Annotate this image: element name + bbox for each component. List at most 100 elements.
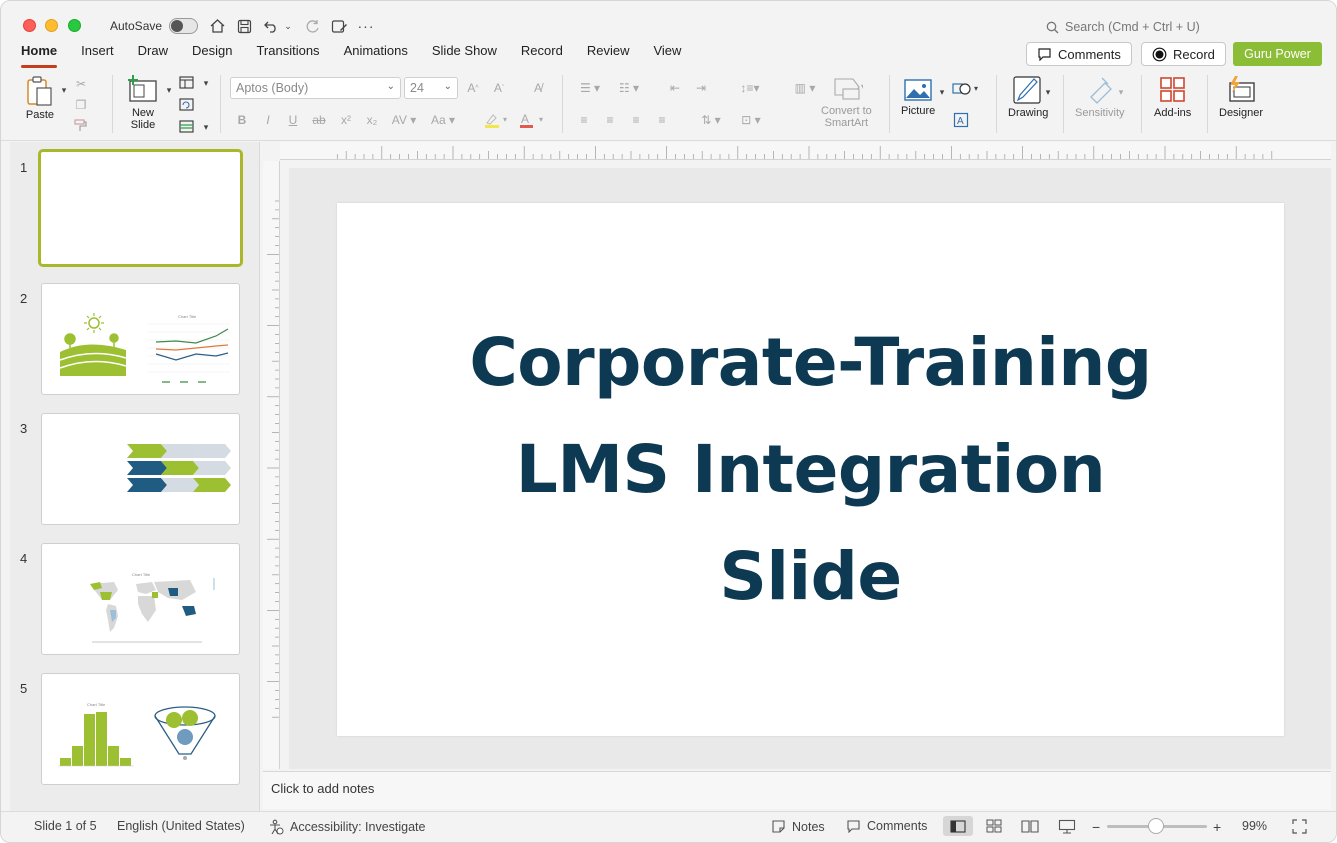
bold-icon[interactable]: B — [233, 111, 251, 129]
tab-design[interactable]: Design — [192, 43, 232, 65]
underline-icon[interactable]: U — [284, 111, 302, 129]
strikethrough-icon[interactable]: ab — [310, 111, 328, 129]
copy-icon[interactable]: ❐ — [72, 96, 90, 114]
tab-view[interactable]: View — [653, 43, 681, 65]
guru-power-button[interactable]: Guru Power — [1233, 42, 1322, 66]
tab-animations[interactable]: Animations — [344, 43, 408, 65]
character-spacing-icon[interactable]: AV ▾ — [389, 111, 419, 129]
customize-toolbar-icon[interactable] — [329, 16, 349, 36]
decrease-indent-icon[interactable]: ⇤ — [666, 79, 684, 97]
normal-view-button[interactable] — [943, 816, 973, 836]
notes-toggle[interactable]: Notes — [771, 819, 825, 834]
record-button[interactable]: Record — [1141, 42, 1226, 66]
add-ins-button[interactable]: Add-ins — [1154, 75, 1191, 119]
text-direction-icon[interactable]: ⇅ ▾ — [695, 111, 727, 129]
slide-thumbnail-3[interactable] — [41, 413, 240, 525]
columns-icon[interactable]: ▥ ▾ — [788, 79, 822, 97]
change-case-icon[interactable]: Aa ▾ — [427, 111, 459, 129]
sensitivity-dropdown-icon[interactable]: ▾ — [1112, 83, 1130, 101]
undo-dropdown-chevron-icon[interactable]: ⌄ — [281, 16, 295, 36]
section-dropdown-icon[interactable]: ▾ — [197, 118, 215, 136]
slide-thumbnail-2[interactable]: Chart Title — [41, 283, 240, 395]
close-window-button[interactable] — [23, 19, 36, 32]
slide-show-button[interactable] — [1058, 819, 1076, 834]
bullets-icon[interactable]: ☰ ▾ — [573, 79, 607, 97]
layout-dropdown-icon[interactable]: ▾ — [197, 74, 215, 92]
reset-slide-icon[interactable] — [177, 95, 195, 113]
accessibility-indicator[interactable]: Accessibility: Investigate — [268, 819, 425, 835]
section-icon[interactable] — [177, 117, 195, 135]
tab-draw[interactable]: Draw — [138, 43, 168, 65]
notes-icon — [772, 820, 785, 833]
slide-thumbnail-4[interactable]: Chart Title — [41, 543, 240, 655]
save-icon[interactable] — [234, 16, 254, 36]
decrease-font-size-icon[interactable]: Aˇ — [490, 79, 508, 97]
layout-icon[interactable] — [177, 73, 195, 91]
farm-landscape-icon — [59, 313, 127, 376]
slide-thumbnail-5[interactable]: Chart Title — [41, 673, 240, 785]
fit-to-window-button[interactable] — [1292, 819, 1307, 834]
font-color-icon[interactable]: A ▾ — [518, 111, 550, 129]
undo-icon[interactable] — [261, 16, 281, 36]
convert-to-smartart-button[interactable]: ▾ Convert toSmartArt — [821, 77, 872, 129]
drawing-dropdown-icon[interactable]: ▾ — [1039, 83, 1057, 101]
tab-record[interactable]: Record — [521, 43, 563, 65]
svg-text:Chart Title: Chart Title — [178, 314, 197, 319]
slide-thumbnails-pane[interactable]: 1 2 Chart Title 3 4 Chart Title 5 Chart … — [10, 142, 260, 811]
current-slide[interactable]: Corporate-Training LMS Integration Slide — [337, 203, 1284, 736]
more-options-icon[interactable]: ··· — [356, 16, 376, 36]
justify-icon[interactable]: ≡ — [653, 111, 671, 129]
paste-label: Paste — [25, 109, 55, 121]
language-indicator[interactable]: English (United States) — [117, 819, 245, 833]
comments-toggle[interactable]: Comments — [846, 819, 927, 833]
slide-sorter-button[interactable] — [986, 819, 1002, 833]
align-center-icon[interactable]: ≡ — [601, 111, 619, 129]
font-size-select[interactable]: 24 ⌄ — [404, 77, 458, 99]
paste-button[interactable]: Paste — [25, 75, 55, 121]
tab-slide-show[interactable]: Slide Show — [432, 43, 497, 65]
clear-formatting-icon[interactable]: A̸ — [529, 79, 547, 97]
zoom-window-button[interactable] — [68, 19, 81, 32]
slide-thumbnail-1[interactable] — [38, 149, 243, 267]
align-right-icon[interactable]: ≡ — [627, 111, 645, 129]
notes-pane[interactable]: Click to add notes — [263, 771, 1331, 809]
increase-indent-icon[interactable]: ⇥ — [692, 79, 710, 97]
zoom-slider-handle[interactable] — [1148, 818, 1164, 834]
tab-insert[interactable]: Insert — [81, 43, 114, 65]
search-box[interactable]: Search (Cmd + Ctrl + U) — [1046, 17, 1200, 37]
designer-button[interactable]: Designer — [1219, 75, 1263, 119]
tab-review[interactable]: Review — [587, 43, 630, 65]
align-text-icon[interactable]: ⊡ ▾ — [733, 111, 769, 129]
paste-dropdown-icon[interactable]: ▾ — [55, 81, 73, 99]
zoom-level[interactable]: 99% — [1242, 819, 1267, 833]
picture-dropdown-icon[interactable]: ▾ — [933, 83, 951, 101]
tab-home[interactable]: Home — [21, 43, 58, 68]
line-spacing-icon[interactable]: ↕≡▾ — [733, 79, 767, 97]
subscript-icon[interactable]: x₂ — [363, 111, 381, 129]
font-name-select[interactable]: Aptos (Body) ⌄ — [230, 77, 401, 99]
minimize-window-button[interactable] — [45, 19, 58, 32]
slide-title[interactable]: Corporate-Training LMS Integration Slide — [469, 309, 1152, 630]
align-left-icon[interactable]: ≡ — [575, 111, 593, 129]
text-box-icon[interactable]: A — [952, 111, 970, 129]
redo-icon[interactable] — [302, 16, 322, 36]
cut-icon[interactable]: ✂ — [72, 75, 90, 93]
highlight-color-icon[interactable]: ▾ — [481, 111, 513, 129]
format-painter-icon[interactable] — [72, 117, 90, 135]
autosave-toggle[interactable] — [169, 18, 198, 34]
comments-button[interactable]: Comments — [1026, 42, 1132, 66]
superscript-icon[interactable]: x² — [337, 111, 355, 129]
zoom-in-button[interactable]: + — [1213, 819, 1221, 835]
notes-label: Notes — [792, 819, 825, 834]
new-slide-button[interactable]: New Slide — [127, 75, 159, 131]
new-slide-dropdown-icon[interactable]: ▾ — [160, 81, 178, 99]
zoom-out-button[interactable]: − — [1092, 819, 1100, 835]
home-icon[interactable] — [207, 16, 227, 36]
italic-icon[interactable]: I — [259, 111, 277, 129]
reading-view-button[interactable] — [1021, 819, 1039, 833]
shapes-icon[interactable]: ▾ — [952, 80, 982, 98]
increase-font-size-icon[interactable]: A ^ — [464, 79, 482, 97]
picture-button[interactable]: Picture — [901, 77, 935, 117]
tab-transitions[interactable]: Transitions — [256, 43, 319, 65]
numbering-icon[interactable]: ☷ ▾ — [612, 79, 646, 97]
